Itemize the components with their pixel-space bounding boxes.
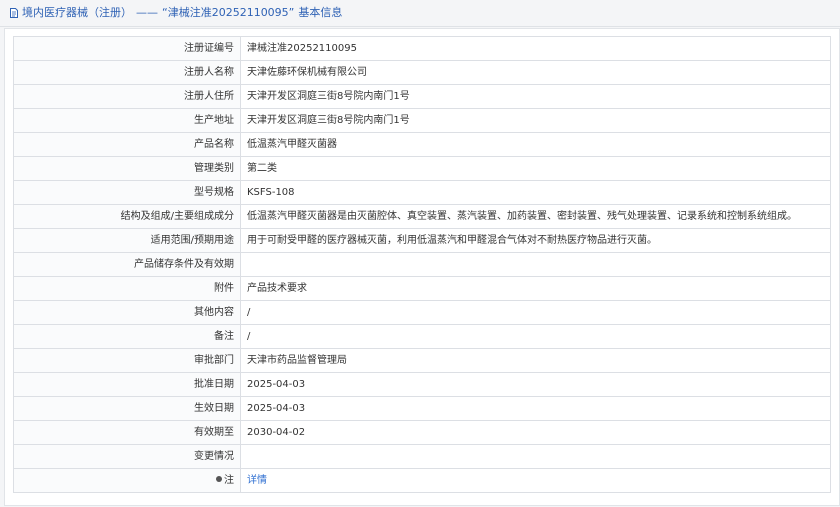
row-label: 变更情况	[13, 444, 241, 469]
row-label: 结构及组成/主要组成成分	[13, 204, 241, 229]
row-label: 产品名称	[13, 132, 241, 157]
row-label-text: 注	[224, 475, 234, 486]
row-value: KSFS-108	[240, 180, 831, 205]
dot-icon	[216, 476, 222, 482]
info-table: 注册证编号 津械注准20252110095 注册人名称 天津佐藤环保机械有限公司 注册人…	[13, 36, 831, 493]
breadcrumb[interactable]: 境内医疗器械（注册）	[22, 6, 132, 19]
row-value: 用于可耐受甲醛的医疗器械灭菌，利用低温蒸汽和甲醛混合气体对不耐热医疗物品进行灭菌…	[240, 228, 831, 253]
row-label: 批准日期	[13, 372, 241, 397]
table-row: 有效期至 2030-04-02	[13, 420, 831, 445]
table-row: 批准日期 2025-04-03	[13, 372, 831, 397]
table-row: 产品名称 低温蒸汽甲醛灭菌器	[13, 132, 831, 157]
row-value: 详情	[240, 468, 831, 493]
row-value: 天津市药品监督管理局	[240, 348, 831, 373]
table-row: 产品储存条件及有效期	[13, 252, 831, 277]
table-row: 审批部门 天津市药品监督管理局	[13, 348, 831, 373]
row-label: 审批部门	[13, 348, 241, 373]
row-label: 管理类别	[13, 156, 241, 181]
row-label: 注册人住所	[13, 84, 241, 109]
row-value: 产品技术要求	[240, 276, 831, 301]
row-label: 有效期至	[13, 420, 241, 445]
table-row: 注册人住所 天津开发区洞庭三街8号院内南门1号	[13, 84, 831, 109]
table-row: 管理类别 第二类	[13, 156, 831, 181]
title-suffix: 基本信息	[298, 6, 343, 19]
page-header: 境内医疗器械（注册） —— “津械注准20252110095” 基本信息	[0, 0, 840, 27]
row-value: 2030-04-02	[240, 420, 831, 445]
row-label: 适用范围/预期用途	[13, 228, 241, 253]
row-value	[240, 444, 831, 469]
table-row: 生产地址 天津开发区洞庭三街8号院内南门1号	[13, 108, 831, 133]
row-value: 第二类	[240, 156, 831, 181]
row-label: 生效日期	[13, 396, 241, 421]
row-label: 注册证编号	[13, 36, 241, 61]
details-link[interactable]: 详情	[247, 475, 267, 486]
page-title: 境内医疗器械（注册） —— “津械注准20252110095” 基本信息	[22, 6, 342, 20]
row-value: 津械注准20252110095	[240, 36, 831, 61]
table-row: 注册证编号 津械注准20252110095	[13, 36, 831, 61]
row-label: 产品储存条件及有效期	[13, 252, 241, 277]
table-row: 其他内容 /	[13, 300, 831, 325]
row-value: 2025-04-03	[240, 372, 831, 397]
table-row: 变更情况	[13, 444, 831, 469]
row-value: /	[240, 300, 831, 325]
row-label: 注	[13, 468, 241, 493]
row-label: 附件	[13, 276, 241, 301]
detail-panel: 注册证编号 津械注准20252110095 注册人名称 天津佐藤环保机械有限公司 注册人…	[4, 28, 840, 506]
row-value: 低温蒸汽甲醛灭菌器	[240, 132, 831, 157]
table-row: 附件 产品技术要求	[13, 276, 831, 301]
row-value: 天津佐藤环保机械有限公司	[240, 60, 831, 85]
row-value: 2025-04-03	[240, 396, 831, 421]
table-row: 备注 /	[13, 324, 831, 349]
table-row: 注册人名称 天津佐藤环保机械有限公司	[13, 60, 831, 85]
table-row: 结构及组成/主要组成成分 低温蒸汽甲醛灭菌器是由灭菌腔体、真空装置、蒸汽装置、加药…	[13, 204, 831, 229]
row-value	[240, 252, 831, 277]
table-row: 生效日期 2025-04-03	[13, 396, 831, 421]
table-row: 注 详情	[13, 468, 831, 493]
row-value: /	[240, 324, 831, 349]
row-value: 天津开发区洞庭三街8号院内南门1号	[240, 84, 831, 109]
row-label: 其他内容	[13, 300, 241, 325]
document-icon	[10, 8, 18, 18]
row-value: 天津开发区洞庭三街8号院内南门1号	[240, 108, 831, 133]
row-value: 低温蒸汽甲醛灭菌器是由灭菌腔体、真空装置、蒸汽装置、加药装置、密封装置、残气处理…	[240, 204, 831, 229]
row-label: 生产地址	[13, 108, 241, 133]
record-title: “津械注准20252110095”	[162, 6, 295, 19]
row-label: 型号规格	[13, 180, 241, 205]
row-label: 备注	[13, 324, 241, 349]
table-row: 型号规格 KSFS-108	[13, 180, 831, 205]
row-label: 注册人名称	[13, 60, 241, 85]
table-row: 适用范围/预期用途 用于可耐受甲醛的医疗器械灭菌，利用低温蒸汽和甲醛混合气体对不耐…	[13, 228, 831, 253]
title-separator: ——	[136, 6, 158, 19]
